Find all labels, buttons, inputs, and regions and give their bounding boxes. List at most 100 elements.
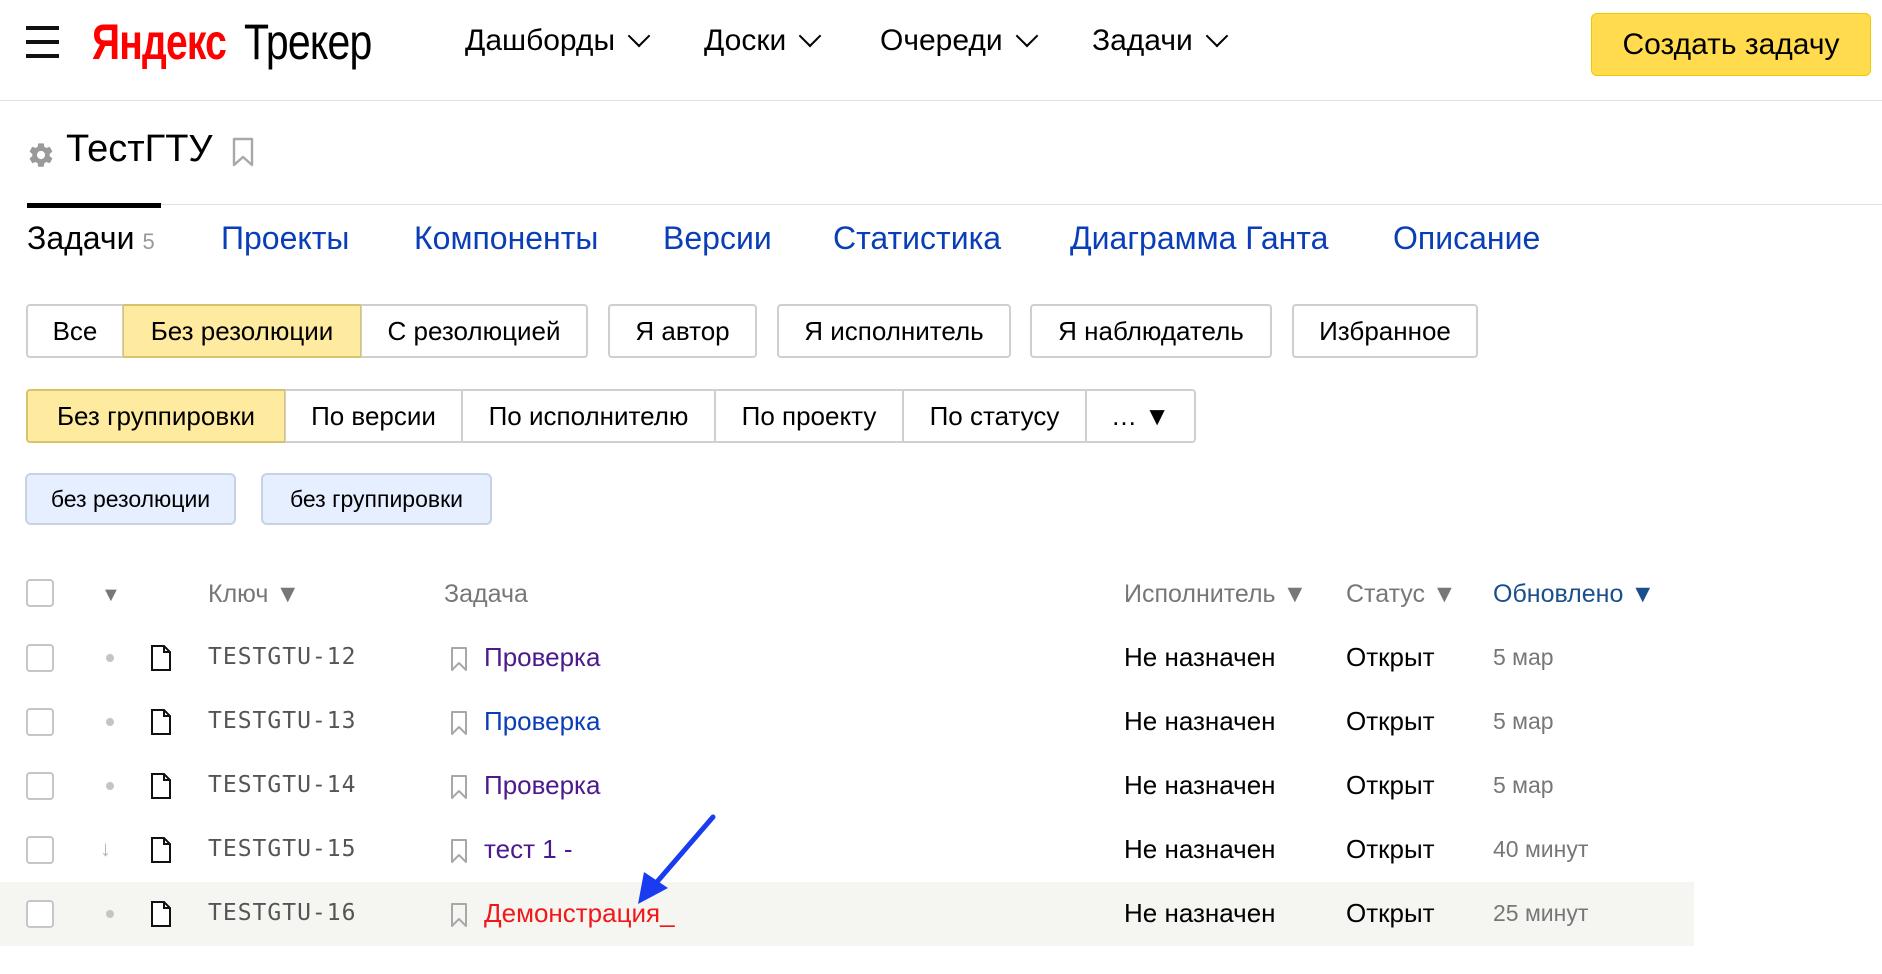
issue-key[interactable]: TESTGTU-16 — [208, 900, 356, 926]
tab-issues-count: 5 — [142, 229, 155, 254]
tab-statistics[interactable]: Статистика — [833, 220, 1001, 257]
bookmark-icon[interactable] — [450, 646, 468, 672]
filter-i-am-assignee[interactable]: Я исполнитель — [777, 304, 1011, 358]
key-column-header[interactable]: Ключ ▼ — [208, 580, 300, 609]
nav-queues-label: Очереди — [880, 24, 1003, 57]
nav-issues[interactable]: Задачи — [1092, 24, 1229, 58]
divider — [27, 204, 1882, 205]
bookmark-icon[interactable] — [232, 137, 254, 167]
assignee-cell: Не назначен — [1124, 770, 1276, 800]
tab-components[interactable]: Компоненты — [414, 220, 598, 257]
gear-icon[interactable] — [27, 141, 55, 169]
row-checkbox[interactable] — [26, 772, 54, 800]
updated-cell: 5 мар — [1493, 708, 1554, 734]
assignee-cell: Не назначен — [1124, 706, 1276, 736]
annotation-arrow-icon — [638, 814, 716, 904]
updated-cell: 5 мар — [1493, 644, 1554, 670]
row-checkbox[interactable] — [26, 644, 54, 672]
top-header: Яндекс Трекер Дашборды Доски Очереди Зада… — [0, 0, 1882, 101]
updated-cell: 40 минут — [1493, 836, 1589, 862]
priority-normal-icon — [106, 718, 114, 726]
task-type-icon — [151, 901, 171, 927]
group-by-status[interactable]: По статусу — [903, 389, 1087, 443]
status-cell: Открыт — [1346, 706, 1435, 736]
issue-key[interactable]: TESTGTU-15 — [208, 836, 356, 862]
menu-icon[interactable] — [26, 26, 60, 58]
queue-title: ТестГТУ — [66, 128, 213, 170]
chevron-down-icon — [627, 24, 651, 48]
updated-cell: 5 мар — [1493, 772, 1554, 798]
tab-projects[interactable]: Проекты — [221, 220, 349, 257]
task-type-icon — [151, 837, 171, 863]
active-filter-tag[interactable]: без резолюции — [25, 473, 236, 525]
nav-boards[interactable]: Доски — [704, 24, 822, 58]
group-by-version[interactable]: По версии — [285, 389, 463, 443]
summary-column-header: Задача — [444, 580, 528, 608]
group-by-project[interactable]: По проекту — [715, 389, 904, 443]
row-checkbox[interactable] — [26, 900, 54, 928]
issue-key[interactable]: TESTGTU-13 — [208, 708, 356, 734]
tab-issues-label: Задачи — [27, 220, 135, 256]
filter-resolved[interactable]: С резолюцией — [361, 304, 588, 358]
nav-issues-label: Задачи — [1092, 24, 1193, 57]
tab-issues[interactable]: Задачи 5 — [27, 220, 155, 257]
filter-i-am-author[interactable]: Я автор — [608, 304, 757, 358]
nav-boards-label: Доски — [704, 24, 787, 57]
status-cell: Открыт — [1346, 642, 1435, 672]
table-row[interactable]: ↓ TESTGTU-15 тест 1 - Не назначен Открыт 40 м… — [0, 818, 1694, 882]
filter-all[interactable]: Все — [26, 304, 124, 358]
filter-i-am-follower[interactable]: Я наблюдатель — [1030, 304, 1272, 358]
group-more-dropdown[interactable]: … ▼ — [1086, 389, 1196, 443]
status-column-header[interactable]: Статус ▼ — [1346, 580, 1457, 609]
table-row[interactable]: TESTGTU-12 Проверка Не назначен Открыт 5 мар — [0, 626, 1694, 690]
updated-cell: 25 минут — [1493, 900, 1589, 926]
table-row[interactable]: TESTGTU-13 Проверка Не назначен Открыт 5 мар — [0, 690, 1694, 754]
issue-key[interactable]: TESTGTU-12 — [208, 644, 356, 670]
issue-summary-link[interactable]: Проверка — [484, 706, 600, 737]
issue-key[interactable]: TESTGTU-14 — [208, 772, 356, 798]
logo-brand: Яндекс — [92, 14, 227, 70]
priority-normal-icon — [106, 782, 114, 790]
select-all-checkbox[interactable] — [26, 579, 54, 607]
bookmark-icon[interactable] — [450, 710, 468, 736]
group-by-assignee[interactable]: По исполнителю — [462, 389, 716, 443]
issue-summary-link[interactable]: тест 1 - — [484, 834, 573, 865]
logo[interactable]: Яндекс Трекер — [92, 10, 372, 74]
assignee-cell: Не назначен — [1124, 642, 1276, 672]
bookmark-icon[interactable] — [450, 774, 468, 800]
filter-favorites[interactable]: Избранное — [1292, 304, 1478, 358]
task-type-icon — [151, 645, 171, 671]
task-type-icon — [151, 709, 171, 735]
status-cell: Открыт — [1346, 834, 1435, 864]
create-issue-button[interactable]: Создать задачу — [1591, 13, 1871, 76]
chevron-down-icon — [798, 24, 822, 48]
tab-versions[interactable]: Версии — [663, 220, 772, 257]
nav-dashboards-label: Дашборды — [465, 24, 615, 57]
issue-summary-link[interactable]: Проверка — [484, 642, 600, 673]
nav-queues[interactable]: Очереди — [880, 24, 1038, 58]
updated-column-header[interactable]: Обновлено ▼ — [1493, 580, 1655, 609]
active-filter-tag[interactable]: без группировки — [261, 473, 492, 525]
group-none[interactable]: Без группировки — [26, 389, 286, 443]
table-row[interactable]: TESTGTU-16 Демонстрация_ Не назначен Открыт… — [0, 882, 1694, 946]
assignee-cell: Не назначен — [1124, 834, 1276, 864]
table-row[interactable]: TESTGTU-14 Проверка Не назначен Открыт 5 мар — [0, 754, 1694, 818]
assignee-column-header[interactable]: Исполнитель ▼ — [1124, 580, 1307, 609]
priority-sort-header[interactable]: ▼ — [101, 584, 121, 607]
tab-description[interactable]: Описание — [1393, 220, 1540, 257]
priority-normal-icon — [106, 654, 114, 662]
bookmark-icon[interactable] — [450, 838, 468, 864]
tab-gantt[interactable]: Диаграмма Ганта — [1070, 220, 1328, 257]
row-checkbox[interactable] — [26, 708, 54, 736]
row-checkbox[interactable] — [26, 836, 54, 864]
filter-unresolved[interactable]: Без резолюции — [123, 304, 362, 358]
chevron-down-icon — [1205, 24, 1229, 48]
logo-product: Трекер — [244, 14, 372, 70]
status-cell: Открыт — [1346, 898, 1435, 928]
bookmark-icon[interactable] — [450, 902, 468, 928]
nav-dashboards[interactable]: Дашборды — [465, 24, 651, 58]
priority-low-icon: ↓ — [100, 836, 111, 861]
active-tab-indicator — [27, 203, 161, 208]
status-cell: Открыт — [1346, 770, 1435, 800]
issue-summary-link[interactable]: Проверка — [484, 770, 600, 801]
